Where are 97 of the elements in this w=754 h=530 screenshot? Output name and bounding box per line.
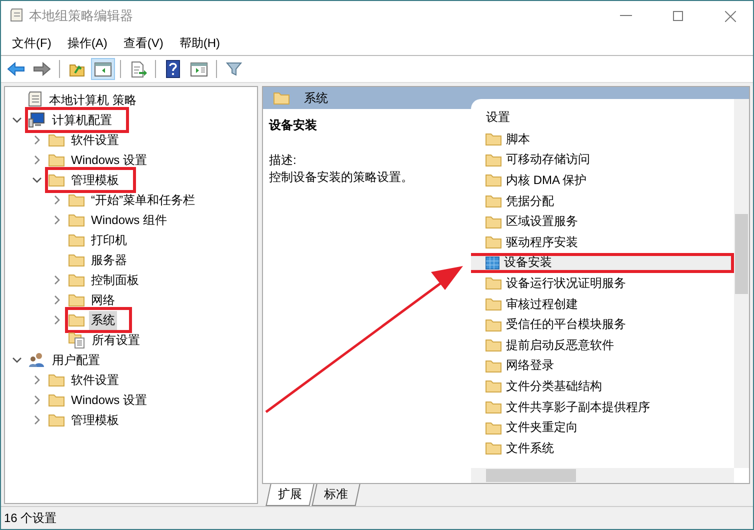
description-text: 控制设备安装的策略设置。 [269, 169, 414, 186]
folder-icon [485, 441, 502, 456]
tree-item[interactable]: 网络 [89, 290, 117, 310]
folder-icon [68, 293, 85, 307]
list-item[interactable]: 区域设置服务 [481, 211, 734, 232]
menu-item[interactable]: 查看(V) [115, 34, 172, 52]
folder-icon [485, 152, 502, 167]
list-item[interactable]: 受信任的平台模块服务 [481, 314, 734, 335]
folder-icon [485, 173, 502, 188]
settings-page-icon [68, 331, 86, 349]
minimize-icon [620, 15, 632, 17]
scroll-icon [27, 91, 43, 109]
folder-icon [68, 273, 85, 287]
tree-item[interactable]: 打印机 [89, 230, 129, 250]
tree-item[interactable]: 控制面板 [89, 270, 141, 290]
tree-item[interactable]: Windows 设置 [69, 150, 150, 170]
computer-icon [28, 112, 46, 128]
tree-item[interactable]: 系统 [89, 310, 117, 330]
folder-icon [48, 133, 65, 147]
help-icon [166, 60, 180, 78]
list-item[interactable]: 审核过程创建 [481, 294, 734, 314]
folder-icon [485, 358, 502, 373]
list-item[interactable]: 文件系统 [481, 438, 734, 458]
tree-item[interactable]: 计算机配置 [50, 110, 114, 130]
policy-group-icon [485, 256, 500, 270]
list-item[interactable]: 文件分类基础结构 [481, 376, 734, 397]
export-list-icon [130, 60, 146, 78]
view-tab[interactable]: 扩展 [266, 484, 314, 506]
tree-item[interactable]: 软件设置 [69, 130, 121, 150]
folder-icon [485, 400, 502, 414]
horizontal-scrollbar[interactable] [471, 468, 734, 483]
list-item[interactable]: 设备安装 [471, 252, 734, 274]
folder-icon [485, 235, 502, 250]
menu-item[interactable]: 帮助(H) [171, 34, 228, 52]
tree-pane-icon [94, 62, 112, 76]
list-item[interactable]: 可移动存储访问 [481, 150, 734, 170]
folder-icon [68, 193, 85, 207]
list-item[interactable]: 文件共享影子副本提供程序 [481, 396, 734, 418]
folder-icon [485, 420, 502, 435]
folder-icon [485, 379, 502, 394]
list-item[interactable]: 网络登录 [481, 356, 734, 376]
maximize-icon [673, 11, 683, 21]
folder-icon [485, 276, 502, 290]
back-arrow-icon [7, 62, 25, 76]
folder-icon [68, 213, 85, 227]
folder-icon [273, 91, 290, 105]
folder-icon [68, 233, 85, 247]
setting-title: 设备安装 [269, 117, 318, 134]
tree-item[interactable]: 管理模板 [69, 170, 121, 190]
status-text: 16 个设置 [4, 510, 57, 526]
tree-item[interactable]: 软件设置 [69, 370, 121, 390]
caret-down-icon[interactable] [12, 116, 22, 124]
tree-item[interactable]: 本地计算机 策略 [47, 90, 138, 110]
tree-item[interactable]: “开始”菜单和任务栏 [89, 190, 197, 210]
column-header[interactable]: 设置 [481, 105, 734, 129]
menu-item[interactable]: 文件(F) [4, 34, 60, 52]
folder-icon [485, 132, 502, 146]
folder-icon [68, 313, 85, 327]
tree-item[interactable]: Windows 设置 [69, 390, 150, 410]
folder-icon [485, 194, 502, 208]
folder-icon [48, 413, 65, 427]
list-item[interactable]: 文件夹重定向 [481, 417, 734, 438]
folder-icon [68, 253, 85, 267]
folder-icon [485, 214, 502, 229]
folder-icon [485, 338, 502, 352]
list-item[interactable]: 提前启动反恶意软件 [481, 334, 734, 356]
toolbar-button[interactable] [91, 58, 115, 80]
tree-item[interactable]: 管理模板 [69, 410, 121, 430]
view-tab[interactable]: 标准 [312, 484, 360, 506]
list-item[interactable]: 凭据分配 [481, 190, 734, 212]
header-title: 系统 [304, 90, 328, 106]
description-label: 描述: [269, 152, 298, 169]
folder-icon [485, 318, 502, 332]
forward-arrow-icon [33, 62, 51, 76]
list-item[interactable]: 设备运行状况证明服务 [481, 273, 734, 294]
action-pane-icon [190, 62, 208, 76]
vertical-scrollbar[interactable] [734, 99, 749, 468]
list-item[interactable]: 内核 DMA 保护 [481, 170, 734, 191]
list-item[interactable]: 脚本 [481, 129, 734, 150]
folder-icon [48, 173, 65, 187]
menu-item[interactable]: 操作(A) [59, 34, 116, 52]
list-item[interactable]: 驱动程序安装 [481, 232, 734, 253]
caret-down-icon[interactable] [32, 176, 42, 184]
filter-icon [226, 61, 242, 77]
app-scroll-icon [9, 8, 23, 24]
folder-icon [48, 373, 65, 387]
window-title: 本地组策略编辑器 [29, 7, 134, 25]
folder-icon [48, 153, 65, 167]
folder-icon [485, 297, 502, 312]
users-icon [28, 352, 46, 368]
tree-item[interactable]: 用户配置 [50, 350, 102, 370]
tree-item[interactable]: Windows 组件 [89, 210, 170, 230]
close-icon [724, 10, 736, 22]
tree-item[interactable]: 所有设置 [90, 330, 142, 350]
tree-item[interactable]: 服务器 [89, 250, 129, 270]
folder-icon [48, 393, 65, 407]
caret-down-icon[interactable] [12, 356, 22, 364]
